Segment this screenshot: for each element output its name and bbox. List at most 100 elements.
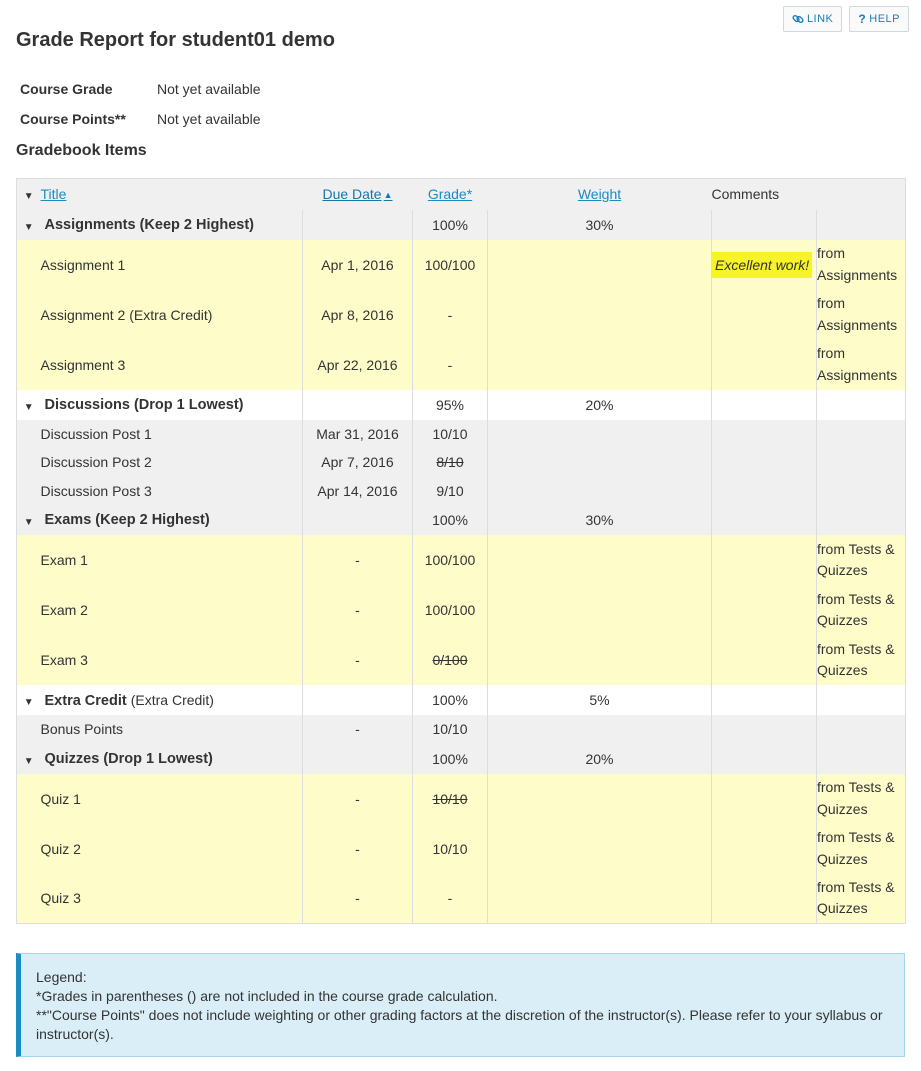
item-due-date: Apr 22, 2016 [302, 339, 413, 390]
category-grade: 95% [412, 389, 488, 420]
course-grade-row: Course Grade Not yet available [20, 74, 261, 104]
item-due-date: - [302, 773, 413, 824]
due-date-column-header[interactable]: Due Date ▲ [302, 178, 413, 210]
item-title: Quiz 2 [40, 823, 303, 874]
category-name: Quizzes (Drop 1 Lowest) [40, 743, 303, 774]
course-points-value: Not yet available [157, 111, 261, 127]
weight-column-header[interactable]: Weight [487, 178, 712, 210]
item-grade-dropped: 0/100 [412, 635, 488, 685]
item-due-date: - [302, 535, 413, 585]
item-grade: 10/10 [412, 419, 488, 448]
category-grade: 100% [412, 685, 488, 715]
course-points-row: Course Points** Not yet available [20, 104, 261, 134]
grade-column-header[interactable]: Grade* [412, 178, 488, 210]
help-button[interactable]: ? HELP [849, 6, 909, 32]
category-grade: 100% [412, 743, 488, 774]
caret-down-icon: ▼ [23, 517, 34, 528]
category-toggle[interactable]: ▼ [16, 505, 41, 535]
table-row: Assignment 3 Apr 22, 2016 - from Assignm… [16, 339, 906, 390]
weight-header-label: Weight [577, 186, 622, 203]
table-row: Quiz 1 - 10/10 from Tests & Quizzes [16, 773, 906, 824]
item-due-date: - [302, 823, 413, 874]
caret-down-icon: ▼ [23, 221, 34, 233]
link-icon [792, 14, 804, 24]
category-note: (Extra Credit) [130, 691, 214, 708]
item-title: Quiz 3 [40, 873, 303, 924]
category-grade: 100% [412, 209, 488, 240]
legend-line-2: **"Course Points" does not include weigh… [36, 1007, 883, 1042]
caret-down-icon: ▼ [23, 755, 34, 767]
comments-column-header: Comments [711, 178, 817, 210]
item-title: Assignment 2 (Extra Credit) [40, 289, 303, 340]
item-due-date: Apr 7, 2016 [302, 448, 413, 477]
gradebook-items-heading: Gradebook Items [16, 142, 147, 159]
item-due-date: - [302, 715, 413, 744]
dropped-grade: 10/10 [432, 790, 468, 807]
item-due-date: - [302, 585, 413, 635]
category-row-extra-credit: ▼ Extra Credit (Extra Credit) 100% 5% [16, 685, 906, 715]
table-row: Quiz 2 - 10/10 from Tests & Quizzes [16, 823, 906, 874]
table-header-row: ▼ Title Due Date ▲ Grade* Weight Comments [16, 178, 906, 210]
table-row: Assignment 2 (Extra Credit) Apr 8, 2016 … [16, 289, 906, 340]
title-header-label: Title [40, 186, 67, 203]
category-row-quizzes: ▼ Quizzes (Drop 1 Lowest) 100% 20% [16, 743, 906, 774]
category-grade: 100% [412, 505, 488, 535]
category-toggle[interactable]: ▼ [16, 389, 41, 420]
category-weight: 30% [487, 505, 712, 535]
source-column-header [816, 178, 906, 210]
item-source: from Tests & Quizzes [816, 823, 906, 874]
category-row-exams: ▼ Exams (Keep 2 Highest) 100% 30% [16, 505, 906, 535]
sort-ascending-icon: ▲ [383, 190, 393, 201]
item-due-date: Mar 31, 2016 [302, 419, 413, 448]
title-column-header[interactable]: Title [40, 178, 303, 210]
item-title: Assignment 3 [40, 339, 303, 390]
gradebook-table: ▼ Title Due Date ▲ Grade* Weight Comments… [16, 178, 906, 924]
item-title: Bonus Points [40, 715, 303, 744]
item-title: Discussion Post 3 [40, 476, 303, 505]
item-due-date: Apr 8, 2016 [302, 289, 413, 340]
collapse-all-toggle[interactable]: ▼ [16, 178, 41, 210]
item-grade: 100/100 [412, 585, 488, 635]
item-grade: 9/10 [412, 476, 488, 505]
link-button-label: LINK [806, 13, 834, 25]
item-grade: - [412, 339, 488, 390]
item-due-date: Apr 1, 2016 [302, 239, 413, 290]
link-button[interactable]: LINK [782, 6, 843, 32]
item-title: Assignment 1 [40, 239, 303, 290]
table-row: Assignment 1 Apr 1, 2016 100/100 Excelle… [16, 239, 906, 290]
category-weight: 30% [487, 209, 712, 240]
item-grade-dropped: 8/10 [412, 448, 488, 477]
dropped-grade: 8/10 [436, 454, 464, 471]
category-toggle[interactable]: ▼ [16, 685, 41, 715]
grade-summary: Course Grade Not yet available Course Po… [20, 74, 261, 134]
category-toggle[interactable]: ▼ [16, 209, 41, 240]
item-title: Exam 2 [40, 585, 303, 635]
caret-down-icon: ▼ [23, 401, 34, 413]
category-name-text: Extra Credit [44, 692, 127, 709]
item-source: from Tests & Quizzes [816, 635, 906, 685]
help-icon: ? [858, 12, 867, 26]
item-grade: 10/10 [412, 715, 488, 744]
item-source: from Tests & Quizzes [816, 873, 906, 924]
item-title: Exam 3 [40, 635, 303, 685]
category-name: Extra Credit (Extra Credit) [40, 685, 303, 715]
item-source: from Assignments [816, 239, 906, 290]
category-row-assignments: ▼ Assignments (Keep 2 Highest) 100% 30% [16, 209, 906, 240]
course-points-label: Course Points** [20, 111, 126, 127]
dropped-grade: 0/100 [432, 652, 468, 668]
item-comment: Excellent work! [711, 239, 817, 290]
category-name: Assignments (Keep 2 Highest) [40, 209, 303, 240]
item-title: Discussion Post 1 [40, 419, 303, 448]
caret-down-icon: ▼ [23, 191, 34, 203]
table-row: Quiz 3 - - from Tests & Quizzes [16, 873, 906, 924]
table-row: Discussion Post 2 Apr 7, 2016 8/10 [16, 448, 906, 477]
category-toggle[interactable]: ▼ [16, 743, 41, 774]
grade-header-label: Grade* [427, 186, 473, 203]
legend-line-1: *Grades in parentheses () are not includ… [36, 988, 498, 1004]
due-date-header-label: Due Date [322, 186, 382, 203]
item-grade: 10/10 [412, 823, 488, 874]
caret-down-icon: ▼ [23, 697, 34, 708]
category-weight: 5% [487, 685, 712, 715]
page-title: Grade Report for student01 demo [16, 29, 335, 51]
item-source: from Assignments [816, 339, 906, 390]
